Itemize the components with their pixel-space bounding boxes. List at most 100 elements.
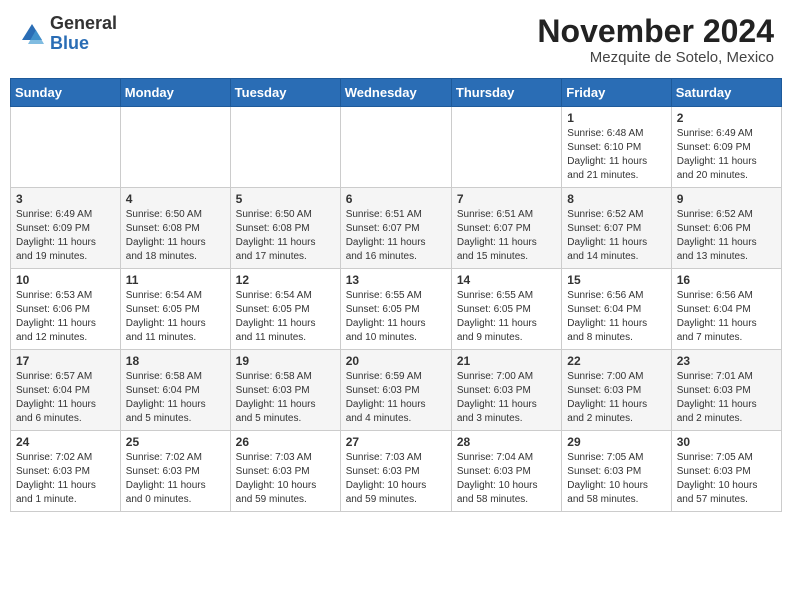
calendar-cell: 1 Sunrise: 6:48 AM Sunset: 6:10 PM Daylig…: [562, 107, 671, 188]
day-number: 3: [16, 192, 115, 206]
calendar-table: SundayMondayTuesdayWednesdayThursdayFrid…: [10, 78, 782, 512]
calendar-cell: 17 Sunrise: 6:57 AM Sunset: 6:04 PM Dayli…: [11, 350, 121, 431]
calendar-cell: 5 Sunrise: 6:50 AM Sunset: 6:08 PM Daylig…: [230, 188, 340, 269]
day-number: 7: [457, 192, 556, 206]
day-number: 10: [16, 273, 115, 287]
day-info: Sunrise: 7:03 AM Sunset: 6:03 PM Dayligh…: [346, 451, 446, 507]
day-number: 25: [126, 435, 225, 449]
calendar-cell: [340, 107, 451, 188]
calendar-cell: 12 Sunrise: 6:54 AM Sunset: 6:05 PM Dayli…: [230, 269, 340, 350]
day-number: 14: [457, 273, 556, 287]
calendar-cell: 4 Sunrise: 6:50 AM Sunset: 6:08 PM Daylig…: [120, 188, 230, 269]
calendar-cell: 30 Sunrise: 7:05 AM Sunset: 6:03 PM Dayli…: [671, 431, 781, 512]
day-number: 5: [236, 192, 335, 206]
title-block: November 2024 Mezquite de Sotelo, Mexico: [537, 14, 774, 66]
calendar-cell: 19 Sunrise: 6:58 AM Sunset: 6:03 PM Dayli…: [230, 350, 340, 431]
calendar-cell: 21 Sunrise: 7:00 AM Sunset: 6:03 PM Dayli…: [451, 350, 561, 431]
logo-icon: [18, 20, 46, 48]
day-number: 4: [126, 192, 225, 206]
day-number: 2: [677, 111, 776, 125]
day-number: 29: [567, 435, 665, 449]
calendar-day-header: Sunday: [11, 79, 121, 107]
day-info: Sunrise: 6:54 AM Sunset: 6:05 PM Dayligh…: [236, 289, 335, 345]
day-number: 30: [677, 435, 776, 449]
calendar-week-row: 1 Sunrise: 6:48 AM Sunset: 6:10 PM Daylig…: [11, 107, 782, 188]
logo-text: General Blue: [50, 14, 117, 54]
calendar-day-header: Thursday: [451, 79, 561, 107]
day-info: Sunrise: 6:59 AM Sunset: 6:03 PM Dayligh…: [346, 370, 446, 426]
calendar-cell: 28 Sunrise: 7:04 AM Sunset: 6:03 PM Dayli…: [451, 431, 561, 512]
day-number: 8: [567, 192, 665, 206]
day-number: 28: [457, 435, 556, 449]
day-number: 24: [16, 435, 115, 449]
day-info: Sunrise: 7:00 AM Sunset: 6:03 PM Dayligh…: [567, 370, 665, 426]
calendar-cell: 16Sunrise: 6:56 AM Sunset: 6:04 PM Dayli…: [671, 269, 781, 350]
day-number: 16: [677, 273, 776, 287]
calendar-cell: 13 Sunrise: 6:55 AM Sunset: 6:05 PM Dayli…: [340, 269, 451, 350]
day-number: 1: [567, 111, 665, 125]
calendar-cell: 11Sunrise: 6:54 AM Sunset: 6:05 PM Dayli…: [120, 269, 230, 350]
day-info: Sunrise: 6:49 AM Sunset: 6:09 PM Dayligh…: [16, 208, 115, 264]
calendar-week-row: 10Sunrise: 6:53 AM Sunset: 6:06 PM Dayli…: [11, 269, 782, 350]
calendar-cell: [11, 107, 121, 188]
day-number: 23: [677, 354, 776, 368]
day-info: Sunrise: 7:05 AM Sunset: 6:03 PM Dayligh…: [677, 451, 776, 507]
calendar-cell: [230, 107, 340, 188]
day-number: 17: [16, 354, 115, 368]
day-info: Sunrise: 6:50 AM Sunset: 6:08 PM Dayligh…: [126, 208, 225, 264]
calendar-day-header: Tuesday: [230, 79, 340, 107]
calendar-cell: 9 Sunrise: 6:52 AM Sunset: 6:06 PM Daylig…: [671, 188, 781, 269]
calendar-week-row: 17 Sunrise: 6:57 AM Sunset: 6:04 PM Dayli…: [11, 350, 782, 431]
logo-blue-text: Blue: [50, 34, 117, 54]
day-number: 27: [346, 435, 446, 449]
day-info: Sunrise: 6:56 AM Sunset: 6:04 PM Dayligh…: [567, 289, 665, 345]
calendar-cell: 2 Sunrise: 6:49 AM Sunset: 6:09 PM Daylig…: [671, 107, 781, 188]
calendar-cell: 25Sunrise: 7:02 AM Sunset: 6:03 PM Dayli…: [120, 431, 230, 512]
day-info: Sunrise: 7:01 AM Sunset: 6:03 PM Dayligh…: [677, 370, 776, 426]
day-number: 21: [457, 354, 556, 368]
calendar-cell: 29 Sunrise: 7:05 AM Sunset: 6:03 PM Dayli…: [562, 431, 671, 512]
calendar-cell: 15 Sunrise: 6:56 AM Sunset: 6:04 PM Dayli…: [562, 269, 671, 350]
day-info: Sunrise: 6:48 AM Sunset: 6:10 PM Dayligh…: [567, 127, 665, 183]
calendar-cell: [120, 107, 230, 188]
day-number: 12: [236, 273, 335, 287]
day-info: Sunrise: 6:52 AM Sunset: 6:06 PM Dayligh…: [677, 208, 776, 264]
calendar-cell: 10Sunrise: 6:53 AM Sunset: 6:06 PM Dayli…: [11, 269, 121, 350]
day-info: Sunrise: 7:05 AM Sunset: 6:03 PM Dayligh…: [567, 451, 665, 507]
calendar-cell: 3 Sunrise: 6:49 AM Sunset: 6:09 PM Daylig…: [11, 188, 121, 269]
day-info: Sunrise: 6:51 AM Sunset: 6:07 PM Dayligh…: [346, 208, 446, 264]
page-header: General Blue November 2024 Mezquite de S…: [10, 10, 782, 70]
calendar-cell: 6 Sunrise: 6:51 AM Sunset: 6:07 PM Daylig…: [340, 188, 451, 269]
day-info: Sunrise: 7:03 AM Sunset: 6:03 PM Dayligh…: [236, 451, 335, 507]
day-info: Sunrise: 6:55 AM Sunset: 6:05 PM Dayligh…: [457, 289, 556, 345]
calendar-cell: 14 Sunrise: 6:55 AM Sunset: 6:05 PM Dayli…: [451, 269, 561, 350]
day-info: Sunrise: 6:58 AM Sunset: 6:03 PM Dayligh…: [236, 370, 335, 426]
day-number: 22: [567, 354, 665, 368]
day-info: Sunrise: 6:50 AM Sunset: 6:08 PM Dayligh…: [236, 208, 335, 264]
day-number: 13: [346, 273, 446, 287]
day-info: Sunrise: 7:02 AM Sunset: 6:03 PM Dayligh…: [16, 451, 115, 507]
calendar-day-header: Saturday: [671, 79, 781, 107]
calendar-week-row: 3 Sunrise: 6:49 AM Sunset: 6:09 PM Daylig…: [11, 188, 782, 269]
day-info: Sunrise: 6:49 AM Sunset: 6:09 PM Dayligh…: [677, 127, 776, 183]
day-number: 9: [677, 192, 776, 206]
day-number: 6: [346, 192, 446, 206]
calendar-cell: 24 Sunrise: 7:02 AM Sunset: 6:03 PM Dayli…: [11, 431, 121, 512]
day-info: Sunrise: 6:58 AM Sunset: 6:04 PM Dayligh…: [126, 370, 225, 426]
day-info: Sunrise: 7:00 AM Sunset: 6:03 PM Dayligh…: [457, 370, 556, 426]
calendar-cell: 7 Sunrise: 6:51 AM Sunset: 6:07 PM Daylig…: [451, 188, 561, 269]
calendar-cell: 18 Sunrise: 6:58 AM Sunset: 6:04 PM Dayli…: [120, 350, 230, 431]
day-info: Sunrise: 7:04 AM Sunset: 6:03 PM Dayligh…: [457, 451, 556, 507]
day-info: Sunrise: 6:55 AM Sunset: 6:05 PM Dayligh…: [346, 289, 446, 345]
calendar-day-header: Wednesday: [340, 79, 451, 107]
day-number: 18: [126, 354, 225, 368]
calendar-day-header: Friday: [562, 79, 671, 107]
calendar-cell: 27 Sunrise: 7:03 AM Sunset: 6:03 PM Dayli…: [340, 431, 451, 512]
day-info: Sunrise: 6:51 AM Sunset: 6:07 PM Dayligh…: [457, 208, 556, 264]
calendar-cell: 22 Sunrise: 7:00 AM Sunset: 6:03 PM Dayli…: [562, 350, 671, 431]
day-number: 19: [236, 354, 335, 368]
calendar-header: SundayMondayTuesdayWednesdayThursdayFrid…: [11, 79, 782, 107]
day-number: 15: [567, 273, 665, 287]
calendar-day-header: Monday: [120, 79, 230, 107]
day-info: Sunrise: 6:57 AM Sunset: 6:04 PM Dayligh…: [16, 370, 115, 426]
